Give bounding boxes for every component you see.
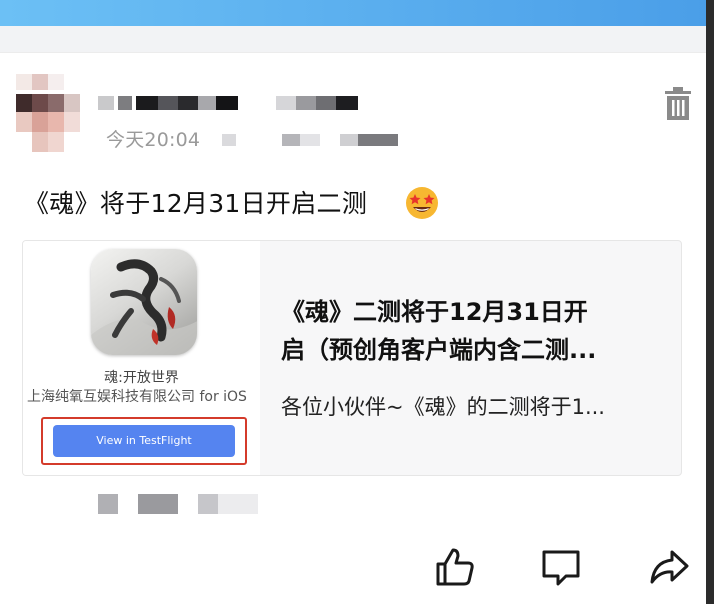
redacted-block (276, 96, 296, 110)
post-text: 《魂》将于12月31日开启二测 (24, 189, 368, 218)
link-card[interactable]: 魂:开放世界 上海纯氧互娱科技有限公司 for iOS View in Test… (22, 240, 682, 476)
redacted-block (138, 494, 178, 514)
avatar-pixel (16, 74, 32, 90)
app-company: 上海纯氧互娱科技有限公司 for iOS (27, 389, 247, 405)
sub-header (0, 26, 714, 52)
redacted-block (98, 96, 114, 110)
comment-icon[interactable] (540, 546, 582, 588)
trash-icon[interactable] (663, 86, 693, 122)
redacted-block (216, 96, 238, 110)
window-edge (706, 0, 714, 604)
app-icon (91, 249, 197, 355)
avatar-pixel (32, 112, 48, 132)
avatar-pixel (16, 112, 32, 132)
card-title[interactable]: 《魂》二测将于12月31日开 启（预创角客户端内含二测... (281, 293, 669, 369)
star-struck-emoji (405, 186, 439, 220)
avatar-pixel (32, 74, 48, 90)
redacted-block (158, 96, 178, 110)
post-timestamp: 今天20:04 (106, 129, 201, 151)
redacted-block (136, 96, 158, 110)
avatar-pixel (48, 112, 64, 132)
avatar-pixel (64, 94, 80, 112)
avatar-pixel (64, 112, 80, 132)
redacted-block (316, 96, 336, 110)
redacted-block (296, 96, 316, 110)
redacted-block (300, 134, 320, 146)
divider (0, 52, 714, 53)
redacted-block (178, 96, 198, 110)
card-title-line: 启（预创角客户端内含二测... (281, 336, 597, 364)
top-bar (0, 0, 714, 26)
avatar-pixel (48, 94, 64, 112)
card-description: 各位小伙伴~《魂》的二测将于1... (281, 395, 605, 419)
redacted-block (222, 134, 236, 146)
redacted-block (336, 96, 358, 110)
avatar-pixel (32, 132, 48, 152)
card-title-line: 《魂》二测将于12月31日开 (281, 298, 588, 326)
view-in-testflight-button[interactable]: View in TestFlight (53, 425, 235, 457)
redacted-block (218, 494, 258, 514)
card-thumbnail: 魂:开放世界 上海纯氧互娱科技有限公司 for iOS View in Test… (23, 241, 260, 475)
redacted-block (98, 494, 118, 514)
redacted-block (358, 134, 398, 146)
thumbs-up-icon[interactable] (434, 546, 476, 588)
avatar[interactable] (16, 74, 80, 154)
avatar-pixel (48, 74, 64, 90)
redacted-block (198, 494, 218, 514)
avatar-pixel (32, 94, 48, 112)
redacted-block (340, 134, 358, 146)
redacted-block (282, 134, 300, 146)
avatar-pixel (16, 94, 32, 112)
app-name: 魂:开放世界 (104, 370, 179, 386)
avatar-pixel (48, 132, 64, 152)
redacted-block (198, 96, 216, 110)
redacted-block (118, 96, 132, 110)
share-icon[interactable] (648, 546, 690, 588)
